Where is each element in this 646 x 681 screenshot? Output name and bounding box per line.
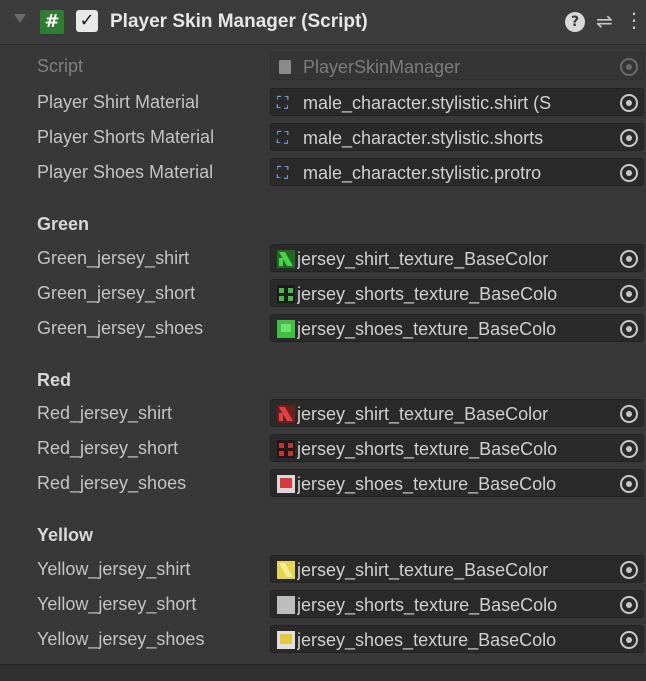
- help-icon[interactable]: ?: [565, 12, 585, 32]
- yellow-shoes-label: Yellow_jersey_shoes: [37, 629, 205, 649]
- shorts-material-field[interactable]: ⛶ male_character.stylistic.shorts: [270, 123, 644, 151]
- green-shoes-label: Green_jersey_shoes: [37, 318, 204, 338]
- script-field: PlayerSkinManager: [270, 52, 644, 80]
- component-header: # ✓ Player Skin Manager (Script) ? ⇌ ⋮: [0, 0, 646, 45]
- green-short-field[interactable]: jersey_shorts_texture_BaseColo: [270, 279, 644, 307]
- shorts-material-row: Player Shorts Material ⛶ male_character.…: [0, 121, 646, 151]
- script-asset-icon: [279, 60, 291, 74]
- green-shirt-label: Green_jersey_shirt: [37, 248, 190, 268]
- red-short-label: Red_jersey_short: [37, 438, 179, 458]
- yellow-short-field[interactable]: jersey_shorts_texture_BaseColo: [270, 590, 644, 618]
- object-picker-icon[interactable]: [620, 405, 638, 423]
- shirt-material-field[interactable]: ⛶ male_character.stylistic.shirt (S: [270, 88, 644, 116]
- material-icon: ⛶: [277, 163, 289, 182]
- script-hash-icon: #: [40, 10, 64, 34]
- object-picker-icon[interactable]: [620, 475, 638, 493]
- texture-thumbnail-icon: [277, 631, 295, 649]
- section-title-red: Red: [37, 370, 72, 390]
- object-picker-icon[interactable]: [620, 250, 638, 268]
- script-row: Script PlayerSkinManager: [0, 50, 646, 80]
- object-picker-icon[interactable]: [620, 561, 638, 579]
- red-shoes-label: Red_jersey_shoes: [37, 473, 187, 493]
- green-shirt-row: Green_jersey_shirt jersey_shirt_texture_…: [0, 242, 646, 272]
- yellow-shoes-row: Yellow_jersey_shoes jersey_shoes_texture…: [0, 623, 646, 653]
- enabled-checkbox[interactable]: ✓: [76, 10, 98, 32]
- texture-thumbnail-icon: [277, 561, 295, 579]
- object-picker-icon[interactable]: [620, 94, 638, 112]
- shoes-material-row: Player Shoes Material ⛶ male_character.s…: [0, 156, 646, 186]
- texture-thumbnail-icon: [277, 405, 295, 423]
- green-shirt-field[interactable]: jersey_shirt_texture_BaseColor: [270, 244, 644, 272]
- section-title-green: Green: [37, 214, 90, 234]
- object-picker-icon[interactable]: [620, 440, 638, 458]
- green-shirt-value: jersey_shirt_texture_BaseColor: [297, 249, 549, 269]
- shirt-material-label: Player Shirt Material: [37, 92, 200, 112]
- texture-thumbnail-icon: [277, 250, 295, 268]
- texture-thumbnail-icon: [277, 440, 295, 458]
- script-label: Script: [37, 56, 84, 76]
- green-shoes-field[interactable]: jersey_shoes_texture_BaseColo: [270, 314, 644, 342]
- object-picker-icon[interactable]: [620, 320, 638, 338]
- shoes-material-value: male_character.stylistic.protro: [303, 163, 542, 183]
- material-icon: ⛶: [277, 93, 289, 112]
- yellow-shirt-value: jersey_shirt_texture_BaseColor: [297, 560, 549, 580]
- fold-arrow-icon[interactable]: [14, 14, 26, 23]
- texture-thumbnail-icon: [277, 320, 295, 338]
- yellow-shoes-field[interactable]: jersey_shoes_texture_BaseColo: [270, 625, 644, 653]
- material-icon: ⛶: [277, 128, 289, 147]
- object-picker-icon[interactable]: [620, 164, 638, 182]
- yellow-short-row: Yellow_jersey_short jersey_shorts_textur…: [0, 588, 646, 618]
- object-picker-icon: [620, 58, 638, 76]
- shorts-material-label: Player Shorts Material: [37, 127, 215, 147]
- red-shirt-label: Red_jersey_shirt: [37, 403, 173, 423]
- green-short-value: jersey_shorts_texture_BaseColo: [297, 284, 558, 304]
- object-picker-icon[interactable]: [620, 631, 638, 649]
- red-shoes-value: jersey_shoes_texture_BaseColo: [297, 474, 557, 494]
- inspector-footer: [0, 664, 646, 681]
- green-shoes-value: jersey_shoes_texture_BaseColo: [297, 319, 557, 339]
- texture-thumbnail-icon: [277, 285, 295, 303]
- red-short-field[interactable]: jersey_shorts_texture_BaseColo: [270, 434, 644, 462]
- red-shirt-field[interactable]: jersey_shirt_texture_BaseColor: [270, 399, 644, 427]
- texture-thumbnail-icon: [277, 596, 295, 614]
- yellow-shirt-field[interactable]: jersey_shirt_texture_BaseColor: [270, 555, 644, 583]
- shorts-material-value: male_character.stylistic.shorts: [303, 128, 544, 148]
- shirt-material-value: male_character.stylistic.shirt (S: [303, 93, 552, 113]
- yellow-shirt-row: Yellow_jersey_shirt jersey_shirt_texture…: [0, 553, 646, 583]
- section-title-yellow: Yellow: [37, 525, 94, 545]
- shirt-material-row: Player Shirt Material ⛶ male_character.s…: [0, 86, 646, 116]
- object-picker-icon[interactable]: [620, 129, 638, 147]
- shoes-material-label: Player Shoes Material: [37, 162, 214, 182]
- red-shoes-row: Red_jersey_shoes jersey_shoes_texture_Ba…: [0, 467, 646, 497]
- kebab-menu-icon[interactable]: ⋮: [624, 8, 644, 32]
- green-shoes-row: Green_jersey_shoes jersey_shoes_texture_…: [0, 312, 646, 342]
- red-shirt-value: jersey_shirt_texture_BaseColor: [297, 404, 549, 424]
- green-short-label: Green_jersey_short: [37, 283, 196, 303]
- yellow-short-value: jersey_shorts_texture_BaseColo: [297, 595, 558, 615]
- yellow-shirt-label: Yellow_jersey_shirt: [37, 559, 191, 579]
- yellow-short-label: Yellow_jersey_short: [37, 594, 197, 614]
- red-shoes-field[interactable]: jersey_shoes_texture_BaseColo: [270, 469, 644, 497]
- preset-icon[interactable]: ⇌: [596, 9, 613, 33]
- green-short-row: Green_jersey_short jersey_shorts_texture…: [0, 277, 646, 307]
- red-short-value: jersey_shorts_texture_BaseColo: [297, 439, 558, 459]
- object-picker-icon[interactable]: [620, 596, 638, 614]
- red-short-row: Red_jersey_short jersey_shorts_texture_B…: [0, 432, 646, 462]
- component-title: Player Skin Manager (Script): [110, 11, 368, 32]
- script-field-value: PlayerSkinManager: [303, 57, 461, 77]
- object-picker-icon[interactable]: [620, 285, 638, 303]
- yellow-shoes-value: jersey_shoes_texture_BaseColo: [297, 630, 557, 650]
- red-shirt-row: Red_jersey_shirt jersey_shirt_texture_Ba…: [0, 397, 646, 427]
- shoes-material-field[interactable]: ⛶ male_character.stylistic.protro: [270, 158, 644, 186]
- texture-thumbnail-icon: [277, 475, 295, 493]
